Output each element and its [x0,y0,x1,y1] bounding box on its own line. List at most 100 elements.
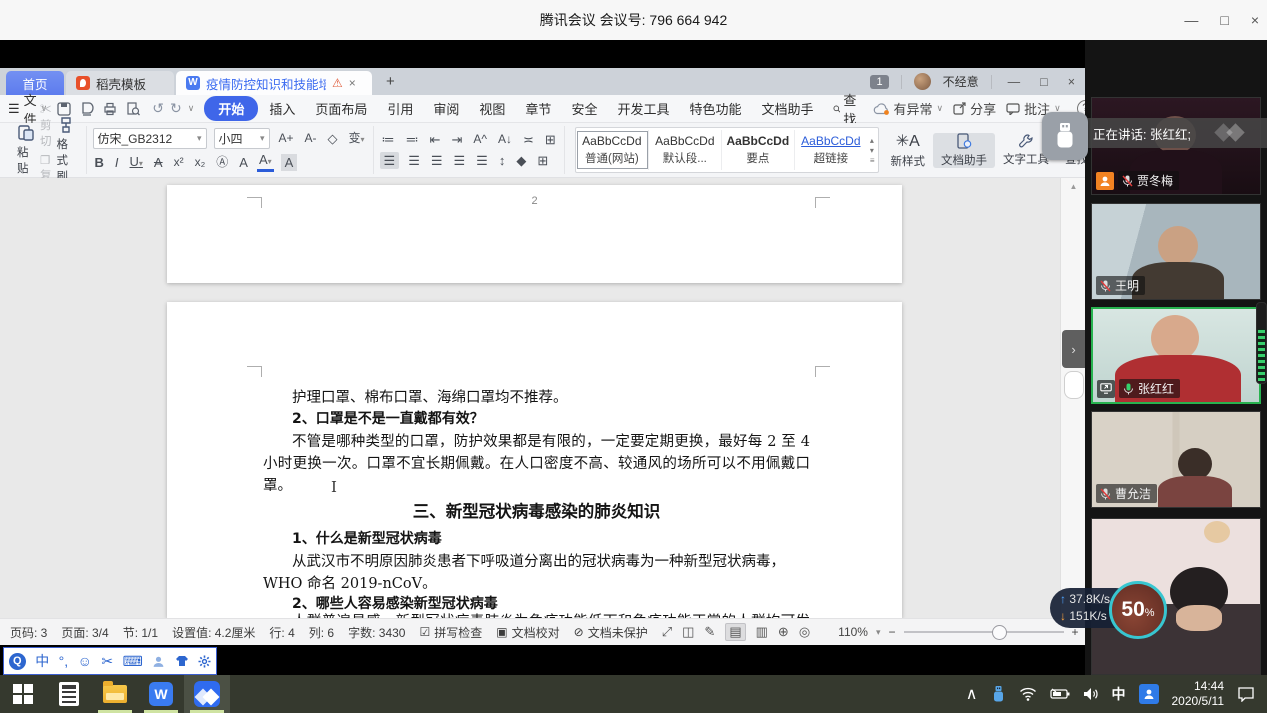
style-hyperlink[interactable]: AaBbCcDd 超链接 [795,130,867,170]
decrease-indent-button[interactable]: ⇤ [428,131,443,148]
gallery-scroll[interactable]: ▴ ▾ ≡ [867,136,878,165]
format-painter-button[interactable]: 格式刷 [52,116,80,184]
zoom-out-button[interactable]: − [889,625,896,639]
video-tile-caoyunjie[interactable]: 曹允洁 [1091,411,1261,508]
page-view-icon[interactable]: ▤ [725,623,745,641]
clear-format-button[interactable]: ◇ [326,130,340,147]
wps-maximize-icon[interactable]: □ [1036,75,1052,89]
status-word-count[interactable]: 字数: 3430 [348,624,405,641]
menu-security[interactable]: 安全 [562,97,606,120]
tray-expand-icon[interactable]: ∧ [966,684,978,704]
font-size-select[interactable]: 小四 ▾ [214,128,270,149]
usb-device-widget[interactable] [1042,112,1088,160]
spell-check-toggle[interactable]: ☑ 拼写检查 [419,624,482,641]
wps-close-icon[interactable]: × [1064,75,1079,89]
doc-count-badge[interactable]: 1 [870,75,888,89]
user-avatar[interactable] [914,73,931,90]
chevron-down-icon[interactable]: ∨ [188,103,195,114]
paste-button[interactable]: 粘贴 [12,124,40,176]
print-preview-icon[interactable] [126,102,140,116]
undo-icon[interactable]: ↺ [152,100,164,117]
new-tab-button[interactable]: + [386,73,395,90]
doc-assistant-button[interactable]: 文档助手 [933,133,995,168]
gallery-down-icon[interactable]: ▾ [870,146,875,155]
video-tile-wangming[interactable]: 王明 [1091,203,1261,300]
tray-battery-icon[interactable] [1050,688,1070,700]
taskbar-tencent-meeting[interactable] [184,675,230,713]
proofread-toggle[interactable]: ▣ 文档校对 [496,624,559,641]
ime-language-toggle[interactable]: 中 [35,651,49,671]
document-page-2[interactable]: 2 [167,185,902,283]
notification-center-icon[interactable] [1237,686,1255,702]
distribute-button[interactable]: ☰ [474,152,490,169]
underline-button[interactable]: U▾ [128,153,145,172]
ime-punctuation-toggle[interactable]: °, [59,653,69,669]
wps-minimize-icon[interactable]: — [1004,75,1025,89]
protection-status[interactable]: ⊘ 文档未保护 [574,624,648,641]
menu-references[interactable]: 引用 [378,97,422,120]
justify-button[interactable]: ☰ [452,152,468,169]
sidebar-expander[interactable]: › [1062,330,1085,368]
strikethrough-button[interactable]: A [152,154,165,171]
tray-qq-icon[interactable] [1139,684,1159,704]
start-button[interactable] [0,675,46,713]
ime-skin-icon[interactable] [175,655,189,667]
ime-logo-icon[interactable]: Q [9,653,26,670]
cloud-status-button[interactable]: 有异常 ∨ [873,99,944,118]
maximize-icon[interactable]: □ [1220,12,1228,28]
grow-font-button[interactable]: A+ [277,130,296,147]
menu-insert[interactable]: 插入 [260,97,304,120]
taskbar-calculator[interactable] [46,675,92,713]
subscript-button[interactable]: x₂ [193,154,208,171]
close-icon[interactable]: × [1251,12,1259,28]
ime-scissors-icon[interactable]: ✂ [101,653,113,670]
menu-review[interactable]: 审阅 [424,97,468,120]
enclose-characters-button[interactable]: Ⓐ [214,154,230,171]
zoom-slider[interactable] [904,631,1064,633]
tray-usb-icon[interactable] [991,685,1006,703]
character-scale-button[interactable]: A^ [471,131,489,148]
ime-person-icon[interactable] [152,655,165,668]
menu-home[interactable]: 开始 [204,96,258,121]
line-spacing-button[interactable]: ↕ [497,152,508,169]
new-style-button[interactable]: ✳A 新样式 [883,131,934,169]
eye-protect-icon[interactable]: ◎ [799,624,810,640]
document-page-3[interactable]: 护理口罩、棉布口罩、海绵口罩均不推荐。 2、口罩是不是一直戴都有效？ 不管是哪种… [167,302,902,618]
gallery-more-icon[interactable]: ≡ [870,156,875,165]
tray-volume-icon[interactable] [1083,687,1099,701]
italic-button[interactable]: I [113,154,121,171]
character-shading-button[interactable]: A [237,154,250,171]
borders-button[interactable]: ⊞ [535,152,550,169]
menu-section[interactable]: 章节 [516,97,560,120]
save-icon[interactable] [57,102,71,116]
tab-docer[interactable]: 稻壳模板 [66,71,174,95]
taskbar-wps[interactable]: W [138,675,184,713]
outline-view-icon[interactable]: ▥ [756,624,768,640]
font-name-select[interactable]: 仿宋_GB2312 ▾ [93,128,207,149]
tray-wifi-icon[interactable] [1019,687,1037,701]
menu-view[interactable]: 视图 [470,97,514,120]
font-color-button[interactable]: A▾ [257,153,274,172]
menu-page-layout[interactable]: 页面布局 [306,97,376,120]
ink-view-icon[interactable]: ✎ [704,624,715,640]
redo-icon[interactable]: ↻ [170,100,182,117]
export-icon[interactable] [80,102,94,116]
shrink-font-button[interactable]: A- [303,130,319,147]
share-button[interactable]: 分享 [953,99,996,118]
optimizer-percent-ball[interactable]: 50 % [1109,581,1167,639]
align-left-button[interactable]: ☰ [380,152,400,169]
shading-button[interactable]: ◆ [514,152,528,169]
cut-button[interactable]: ✂ 剪切 [40,101,52,149]
increase-indent-button[interactable]: ⇥ [449,131,464,148]
video-tile-zhanghonghong[interactable]: 张红红 [1091,307,1261,404]
zoom-slider-knob[interactable] [992,625,1007,640]
minimize-icon[interactable]: — [1184,12,1198,28]
style-default-paragraph[interactable]: AaBbCcDd 默认段... [649,130,722,170]
fullscreen-view-icon[interactable]: ⤢ [662,624,672,640]
tab-document[interactable]: W 疫情防控知识和技能培训.docx ⚠ × [176,71,372,95]
gallery-up-icon[interactable]: ▴ [870,136,875,145]
superscript-button[interactable]: x² [172,154,186,171]
menu-doc-assistant[interactable]: 文档助手 [752,97,822,120]
bullet-list-button[interactable]: ≔ [380,131,397,148]
tab-close-icon[interactable]: × [349,76,356,90]
